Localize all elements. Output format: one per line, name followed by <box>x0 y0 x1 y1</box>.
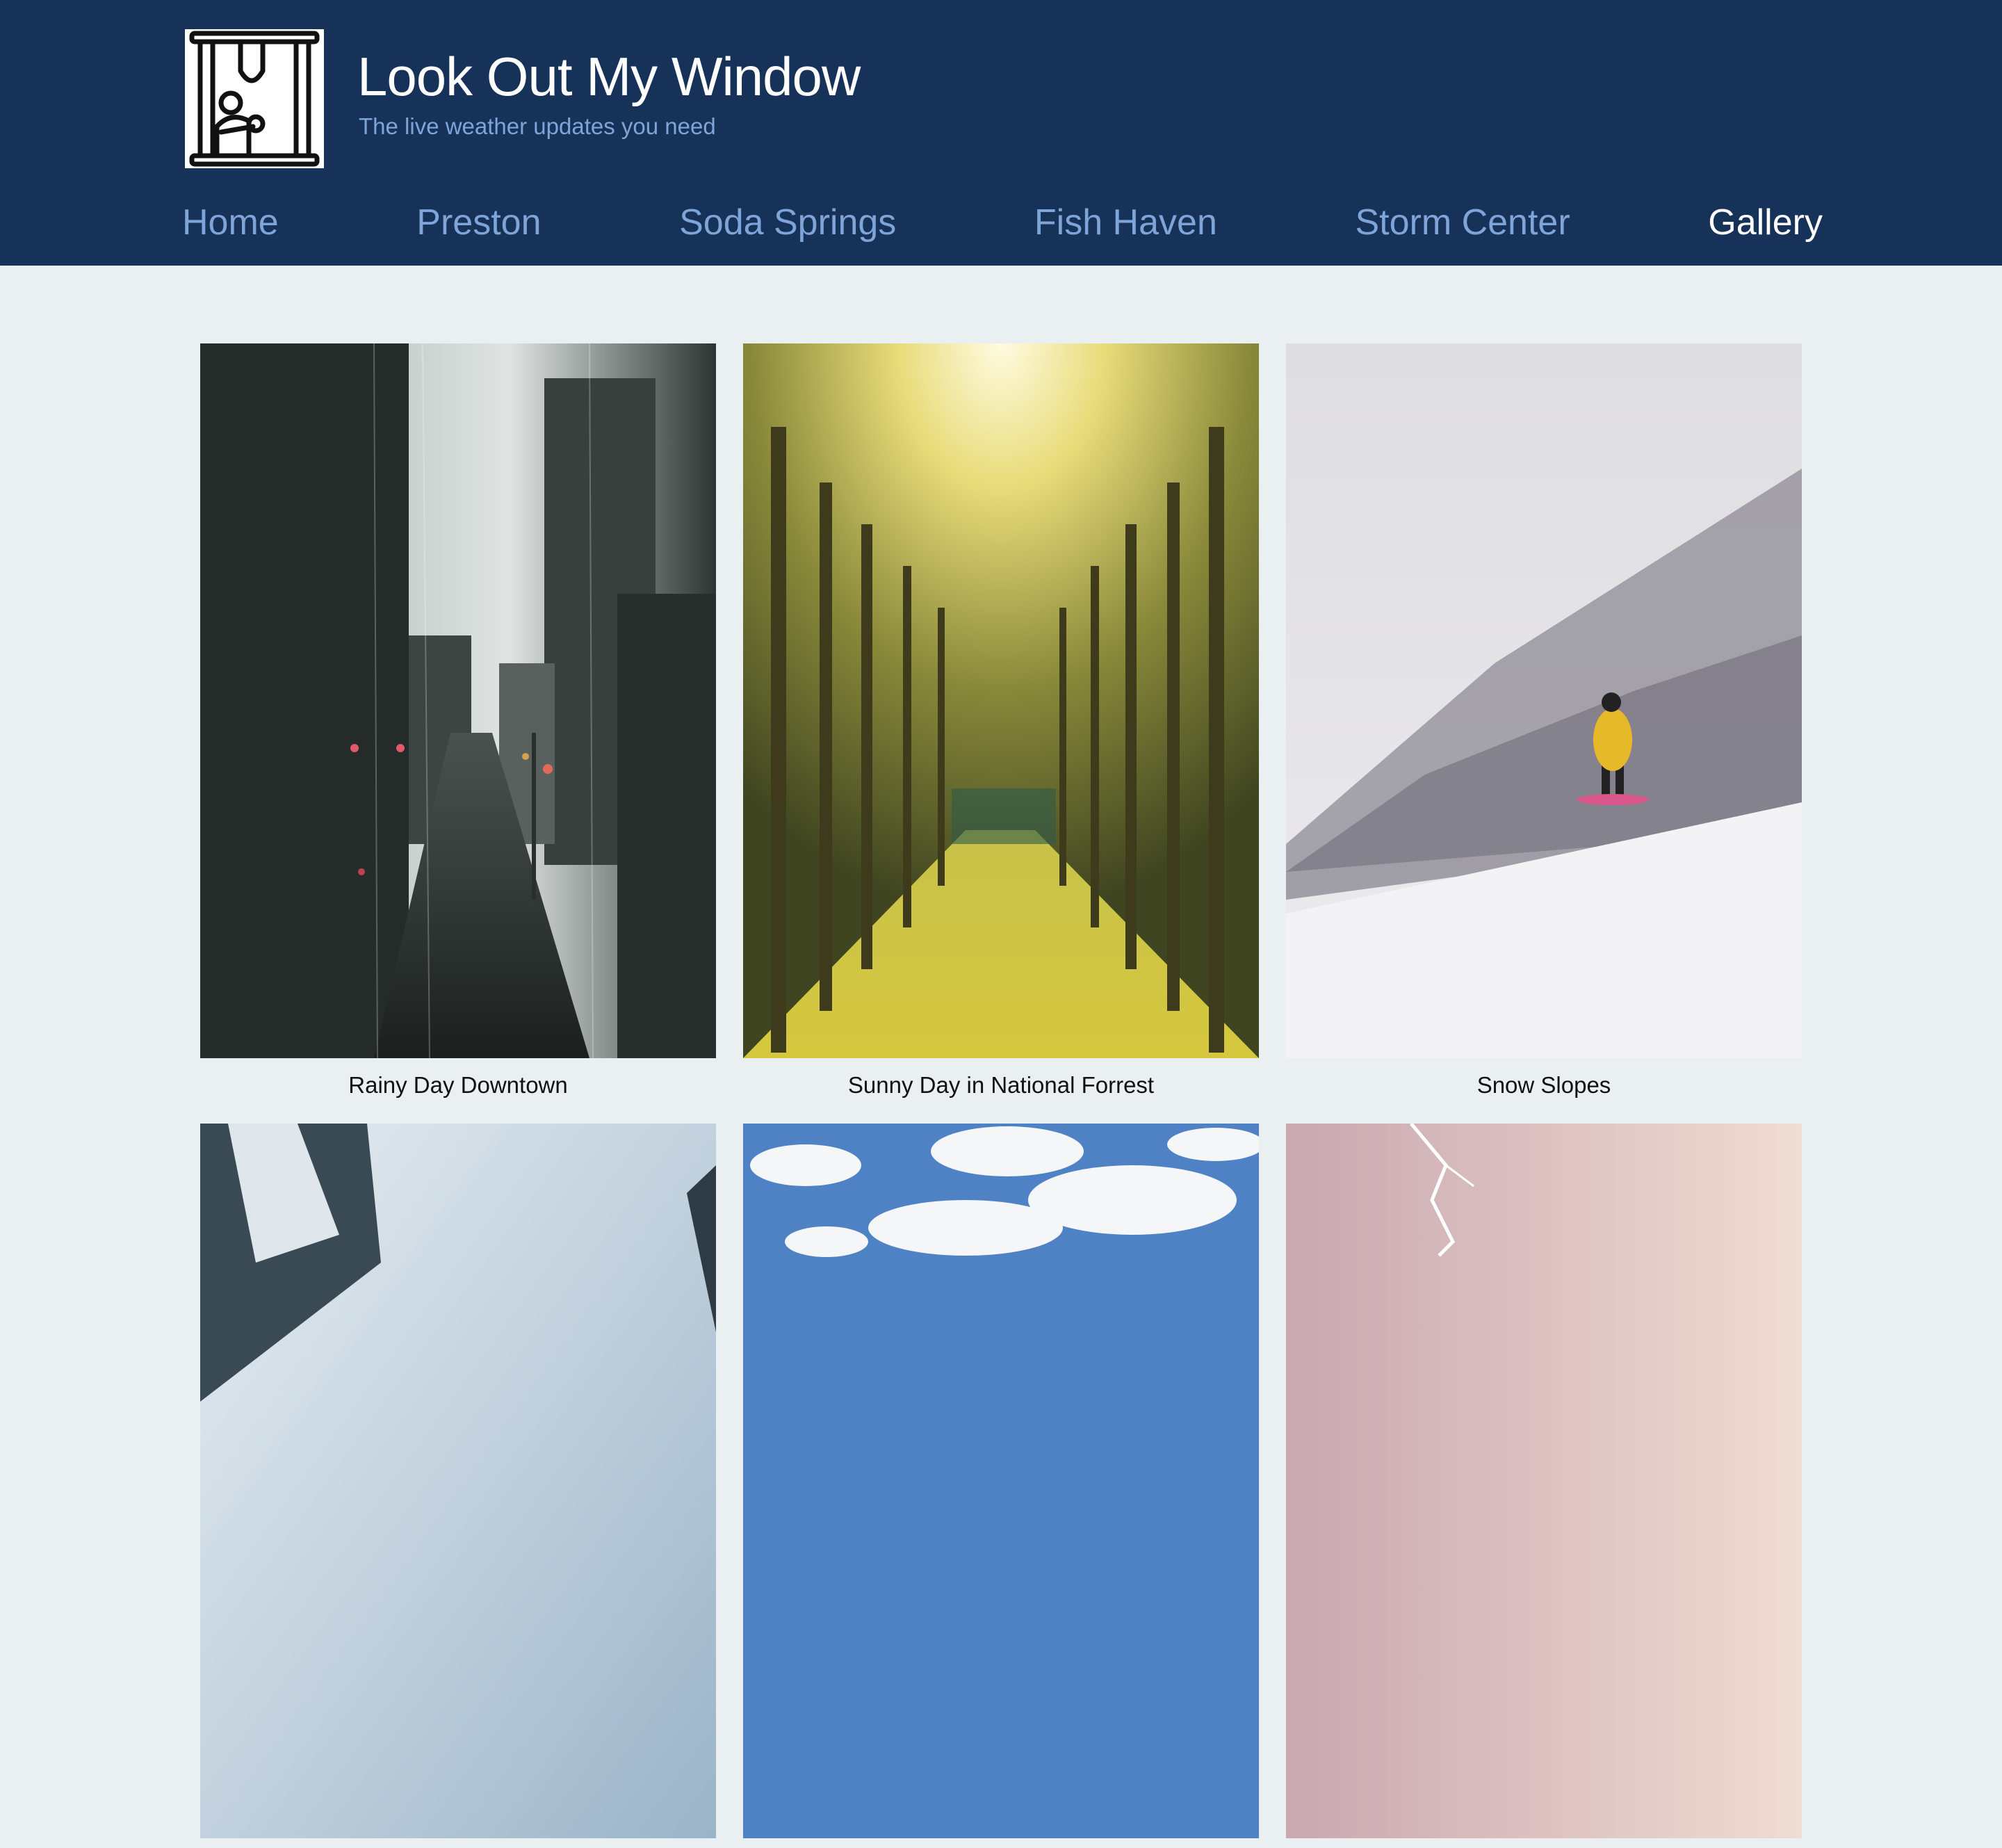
gallery-caption: Sunny Day in National Forrest <box>847 1072 1155 1098</box>
gallery-caption: Snow Slopes <box>1476 1072 1611 1098</box>
gallery-card-rainy: Rainy Day Downtown <box>200 343 716 1103</box>
nav-home[interactable]: Home <box>182 195 279 250</box>
main-nav: Home Preston Soda Springs Fish Haven Sto… <box>182 195 1823 250</box>
rainy-city-photo[interactable] <box>200 343 716 1058</box>
winter-trees-photo[interactable] <box>200 1124 716 1838</box>
window-person-icon[interactable] <box>185 29 324 168</box>
site-tagline: The live weather updates you need <box>359 113 716 139</box>
nav-fish-haven[interactable]: Fish Haven <box>1034 195 1217 250</box>
lightning-storm-photo[interactable] <box>1286 1124 1802 1838</box>
nav-soda-springs[interactable]: Soda Springs <box>679 195 896 250</box>
sunny-forest-photo[interactable] <box>743 343 1259 1058</box>
gallery-card-lightning <box>1286 1124 1802 1848</box>
gallery-caption: Rainy Day Downtown <box>348 1072 568 1098</box>
gallery-card-clouds <box>743 1124 1259 1848</box>
site-title: Look Out My Window <box>357 46 861 107</box>
snow-slopes-photo[interactable] <box>1286 343 1802 1058</box>
nav-gallery[interactable]: Gallery <box>1708 195 1823 250</box>
nav-preston[interactable]: Preston <box>416 195 541 250</box>
gallery-card-snow: Snow Slopes <box>1286 343 1802 1103</box>
nav-storm-center[interactable]: Storm Center <box>1355 195 1570 250</box>
site-header: Look Out My Window The live weather upda… <box>0 0 2002 266</box>
gallery-card-winter-trees <box>200 1124 716 1848</box>
gallery-card-sunny: Sunny Day in National Forrest <box>743 343 1259 1103</box>
cloudy-sky-photo[interactable] <box>743 1124 1259 1838</box>
